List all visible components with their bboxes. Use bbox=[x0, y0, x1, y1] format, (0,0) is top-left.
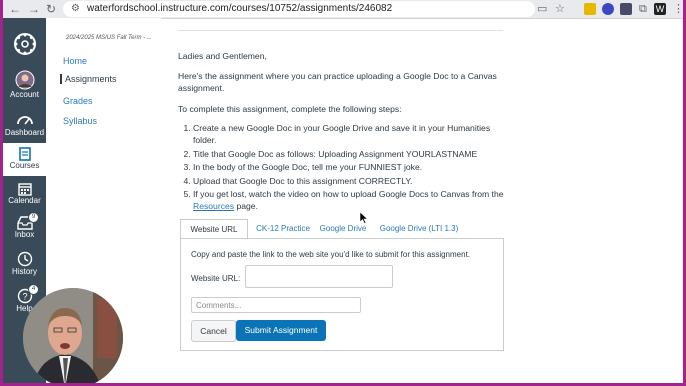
browser-toolbar: ← → ↻ ⚙ waterfordschool.instructure.com/… bbox=[3, 0, 683, 19]
calendar-icon bbox=[17, 183, 32, 196]
steps-list: Create a new Google Doc in your Google D… bbox=[178, 122, 508, 214]
help-badge: 4 bbox=[28, 284, 39, 295]
submit-assignment-button[interactable]: Submit Assignment bbox=[236, 320, 326, 341]
forward-icon[interactable]: → bbox=[28, 1, 40, 17]
cast-icon[interactable]: ▭ bbox=[537, 2, 547, 16]
url-text[interactable]: waterfordschool.instructure.com/courses/… bbox=[87, 3, 392, 14]
nav-dashboard[interactable]: Dashboard bbox=[3, 112, 46, 138]
nav-label: History bbox=[12, 267, 37, 276]
history-clock-icon bbox=[17, 251, 32, 267]
steps-intro: To complete this assignment, complete th… bbox=[178, 104, 402, 114]
course-nav-home[interactable]: Home bbox=[63, 56, 87, 66]
avatar bbox=[15, 70, 34, 90]
reload-icon[interactable]: ↻ bbox=[46, 1, 56, 17]
course-nav-grades[interactable]: Grades bbox=[63, 96, 93, 106]
mouse-cursor-icon bbox=[360, 212, 368, 224]
nav-account[interactable]: Account bbox=[3, 70, 46, 100]
divider bbox=[178, 30, 503, 31]
step-item: Upload that Google Doc to this assignmen… bbox=[193, 175, 508, 187]
profile-icon[interactable]: W bbox=[654, 3, 666, 15]
dashboard-gauge-icon bbox=[16, 116, 33, 125]
nav-inbox[interactable]: 9 Inbox bbox=[3, 212, 46, 240]
tab-ck12-practice[interactable]: CK-12 Practice bbox=[250, 219, 316, 238]
extension-icon[interactable] bbox=[620, 3, 632, 15]
cancel-button[interactable]: Cancel bbox=[191, 320, 236, 342]
submission-tabs: Website URL CK-12 Practice Google Drive … bbox=[180, 219, 502, 239]
canvas-logo[interactable] bbox=[3, 32, 46, 56]
step-item: In the body of the Google Doc, tell me y… bbox=[193, 161, 508, 173]
step5-end: page. bbox=[234, 201, 258, 211]
term-label: 2024/2025 MS/US Fall Term - ... bbox=[66, 35, 152, 41]
submission-panel: Copy and paste the link to the web site … bbox=[180, 238, 504, 351]
menu-dots-icon[interactable]: ⋮ bbox=[673, 2, 683, 16]
tab-website-url[interactable]: Website URL bbox=[180, 219, 248, 239]
tab-google-drive-lti[interactable]: Google Drive (LTI 1.3) bbox=[376, 219, 462, 238]
bookmark-star-icon[interactable]: ☆ bbox=[555, 2, 565, 16]
nav-label: Calendar bbox=[8, 196, 41, 205]
extensions-puzzle-icon[interactable]: ⧉ bbox=[639, 2, 647, 16]
step-item: Create a new Google Doc in your Google D… bbox=[193, 122, 508, 146]
nav-courses[interactable]: Courses bbox=[3, 143, 46, 176]
website-url-input[interactable] bbox=[245, 265, 393, 288]
inbox-badge: 9 bbox=[28, 212, 39, 223]
svg-text:?: ? bbox=[22, 292, 27, 302]
step-item: If you get lost, watch the video on how … bbox=[193, 188, 508, 212]
address-bar[interactable]: ⚙ waterfordschool.instructure.com/course… bbox=[63, 1, 565, 17]
canvas-logo-icon bbox=[13, 33, 36, 55]
step-item: Title that Google Doc as follows: Upload… bbox=[193, 148, 508, 160]
presenter-video-icon bbox=[23, 288, 123, 383]
nav-label: Courses bbox=[9, 161, 40, 170]
extension-icon[interactable] bbox=[602, 3, 614, 15]
step5-text: If you get lost, watch the video on how … bbox=[193, 189, 504, 199]
resources-link[interactable]: Resources bbox=[193, 201, 234, 211]
nav-calendar[interactable]: Calendar bbox=[3, 182, 46, 206]
site-info-icon[interactable]: ⚙ bbox=[71, 3, 80, 15]
comments-textarea[interactable]: Comments... bbox=[191, 297, 361, 313]
courses-book-icon bbox=[18, 147, 31, 161]
panel-description: Copy and paste the link to the web site … bbox=[191, 250, 471, 259]
extension-icon[interactable] bbox=[584, 3, 596, 15]
course-nav-assignments[interactable]: Assignments bbox=[60, 74, 117, 84]
nav-label: Account bbox=[10, 90, 39, 99]
presenter-webcam bbox=[23, 288, 123, 383]
nav-label: Inbox bbox=[14, 230, 35, 239]
course-nav-syllabus[interactable]: Syllabus bbox=[63, 116, 97, 126]
nav-label: Dashboard bbox=[4, 128, 45, 137]
website-url-label: Website URL: bbox=[191, 274, 241, 283]
screen: ← → ↻ ⚙ waterfordschool.instructure.com/… bbox=[3, 0, 683, 383]
greeting: Ladies and Gentlemen, bbox=[178, 51, 267, 61]
nav-history[interactable]: History bbox=[3, 251, 46, 277]
intro-paragraph: Here's the assignment where you can prac… bbox=[178, 71, 497, 93]
back-icon[interactable]: ← bbox=[9, 1, 21, 17]
